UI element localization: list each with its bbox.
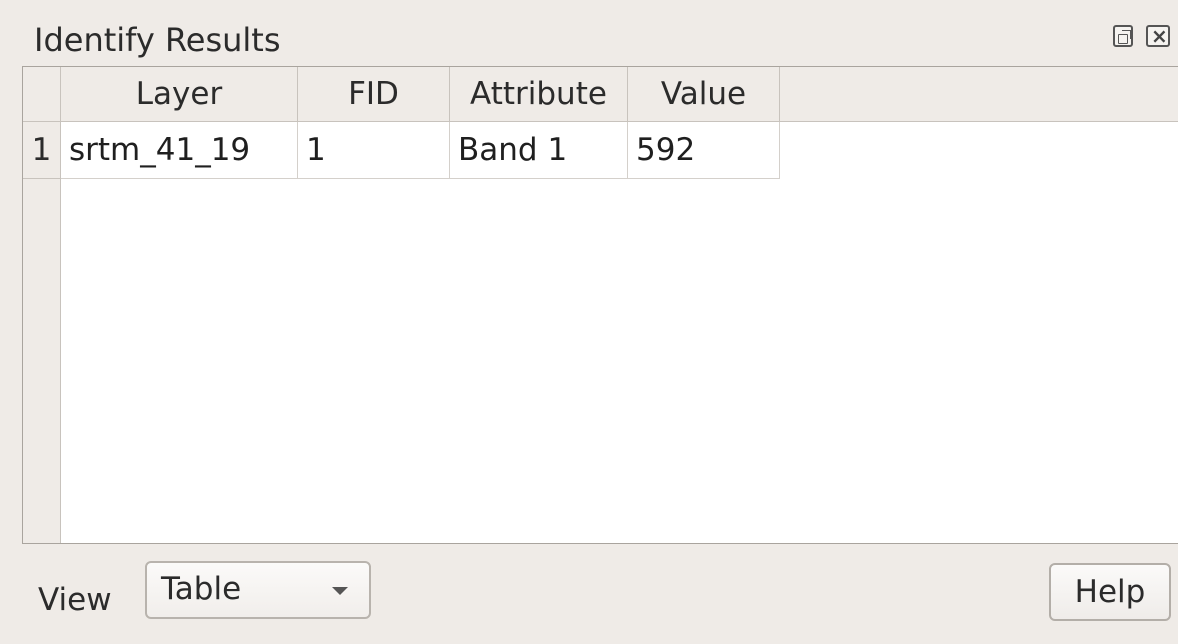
results-table: Layer FID Attribute Value 1 srtm_41_19 1… (22, 66, 1178, 544)
view-label: View (38, 582, 112, 618)
column-header-fid[interactable]: FID (298, 67, 450, 122)
table-cell-attribute[interactable]: Band 1 (450, 122, 628, 179)
column-header-attribute[interactable]: Attribute (450, 67, 628, 122)
float-icon[interactable] (1113, 25, 1133, 47)
identify-results-panel: Identify Results × Layer FID Attribute V… (0, 0, 1178, 644)
row-header[interactable]: 1 (23, 122, 61, 179)
panel-title: Identify Results (34, 21, 281, 59)
chevron-down-icon (332, 587, 348, 595)
row-header-column (23, 122, 61, 543)
table-cell-layer[interactable]: srtm_41_19 (61, 122, 298, 179)
table-cell-value[interactable]: 592 (628, 122, 780, 179)
table-cell-fid[interactable]: 1 (298, 122, 450, 179)
view-select[interactable]: Table (145, 561, 371, 619)
column-header-value[interactable]: Value (628, 67, 780, 122)
header-filler (780, 67, 1178, 122)
column-header-layer[interactable]: Layer (61, 67, 298, 122)
view-select-value: Table (161, 571, 242, 607)
close-icon[interactable]: × (1146, 24, 1170, 48)
table-corner (23, 67, 61, 122)
help-button[interactable]: Help (1049, 563, 1171, 621)
